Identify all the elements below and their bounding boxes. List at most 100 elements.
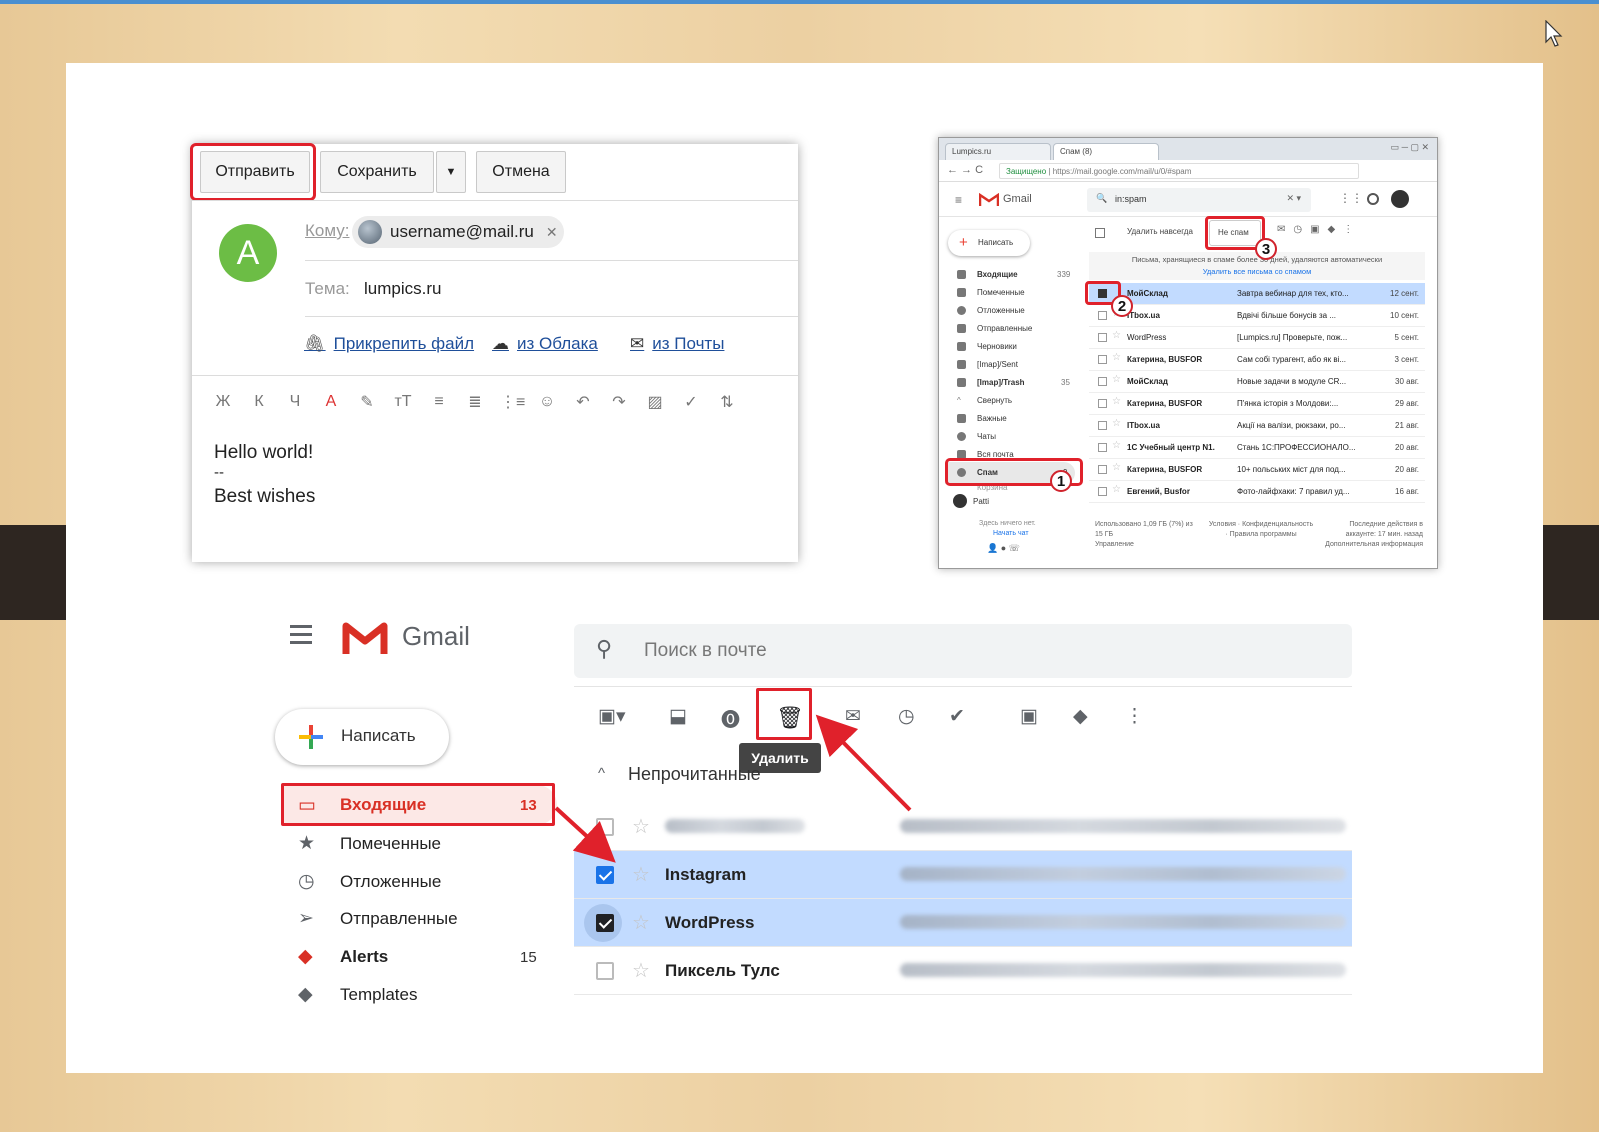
manage-storage-link[interactable]: Управление: [1095, 540, 1195, 550]
small-mail-row[interactable]: ☆ 1С Учебный центр N1. Стань 1С:ПРОФЕССИ…: [1089, 437, 1425, 459]
row-checkbox[interactable]: [1098, 443, 1107, 452]
body-line-1[interactable]: Hello world!: [214, 442, 313, 464]
italic-button[interactable]: К: [248, 393, 270, 411]
small-nav-imap-sent[interactable]: [Imap]/Sent: [977, 360, 1018, 369]
mail-row[interactable]: ☆ WordPress: [574, 899, 1352, 947]
to-label[interactable]: Кому:: [305, 221, 349, 241]
small-mail-row[interactable]: ☆ Катерина, BUSFOR Сам собі турагент, аб…: [1089, 349, 1425, 371]
small-mail-row[interactable]: МойСклад Завтра вебинар для тех, кто... …: [1089, 283, 1425, 305]
snooze-icon[interactable]: ◷: [898, 705, 915, 728]
row-checkbox[interactable]: [1098, 465, 1107, 474]
small-compose-button[interactable]: + Написать: [948, 230, 1030, 256]
small-nav-collapse[interactable]: Свернуть: [977, 396, 1012, 405]
star-icon[interactable]: ☆: [632, 862, 650, 887]
search-icon[interactable]: ⚲: [596, 636, 612, 662]
mail-search-input[interactable]: ⚲ Поиск в почте: [574, 624, 1352, 678]
insert-image-icon[interactable]: ▨: [644, 392, 666, 412]
small-account-circle-icon[interactable]: [1367, 193, 1379, 205]
row-checkbox[interactable]: [1098, 421, 1107, 430]
report-spam-icon[interactable]: ⓿: [721, 705, 740, 732]
user-avatar[interactable]: [953, 494, 967, 508]
row-checkbox[interactable]: [596, 818, 614, 836]
star-icon[interactable]: ☆: [1112, 352, 1121, 363]
save-button[interactable]: Сохранить: [320, 151, 434, 193]
small-mail-row[interactable]: ☆ МойСклад Новые задачи в модуле CR... 3…: [1089, 371, 1425, 393]
small-mail-row[interactable]: ☆ WordPress [Lumpics.ru] Проверьте, пож.…: [1089, 327, 1425, 349]
font-size-button[interactable]: тТ: [392, 393, 414, 411]
small-avatar[interactable]: [1391, 190, 1409, 208]
section-collapse-icon[interactable]: ^: [598, 765, 605, 782]
small-nav-sent[interactable]: Отправленные: [977, 324, 1032, 333]
move-to-icon[interactable]: ▣: [1020, 705, 1038, 728]
more-info-link[interactable]: Дополнительная информация: [1323, 540, 1423, 550]
mail-row[interactable]: ☆ Пиксель Тулс: [574, 947, 1352, 995]
small-mail-row[interactable]: ☆ Катерина, BUSFOR П'янка історія з Молд…: [1089, 393, 1425, 415]
row-checkbox[interactable]: [1098, 487, 1107, 496]
row-checkbox[interactable]: [1098, 355, 1107, 364]
cancel-button[interactable]: Отмена: [476, 151, 566, 193]
empty-spam-link[interactable]: Удалить все письма со спамом: [1089, 267, 1425, 276]
star-icon[interactable]: ☆: [1112, 462, 1121, 473]
star-icon[interactable]: ☆: [1112, 374, 1121, 385]
row-checkbox[interactable]: [596, 914, 614, 932]
small-mail-row[interactable]: ☆ ITbox.ua Акції на валізи, рюкзаки, ро.…: [1089, 415, 1425, 437]
star-icon[interactable]: ☆: [632, 910, 650, 935]
url-field[interactable]: Защищено | https://mail.google.com/mail/…: [999, 163, 1359, 179]
from-mail-link[interactable]: ✉ из Почты: [630, 334, 724, 354]
star-icon[interactable]: ☆: [1112, 396, 1121, 407]
small-mail-row[interactable]: ☆ Евгений, Busfor Фото-лайфхаки: 7 прави…: [1089, 481, 1425, 503]
subject-field[interactable]: lumpics.ru: [364, 279, 441, 299]
nav-inbox[interactable]: Входящие: [340, 795, 426, 815]
browser-tab-spam[interactable]: Спам (8): [1053, 143, 1159, 160]
from-cloud-link[interactable]: ☁ из Облака: [492, 334, 598, 354]
spellcheck-icon[interactable]: ✓: [680, 392, 702, 412]
small-search-input[interactable]: 🔍 in:spam ✕ ▾: [1087, 188, 1311, 212]
bold-button[interactable]: Ж: [212, 393, 234, 411]
compose-button[interactable]: Написать: [275, 709, 449, 765]
star-icon[interactable]: ☆: [632, 814, 650, 839]
small-nav-snoozed[interactable]: Отложенные: [977, 306, 1025, 315]
label-icon[interactable]: ◆: [1073, 705, 1088, 728]
nav-templates[interactable]: Templates: [340, 985, 417, 1005]
mail-row[interactable]: ☆ Instagram: [574, 851, 1352, 899]
translate-icon[interactable]: ⇅: [716, 392, 738, 412]
small-nav-imap-trash[interactable]: [Imap]/Trash: [977, 378, 1025, 387]
small-clear-icon[interactable]: ✕ ▾: [1286, 193, 1301, 204]
star-icon[interactable]: ☆: [1112, 484, 1121, 495]
undo-icon[interactable]: ↶: [572, 392, 594, 412]
small-nav-important[interactable]: Важные: [977, 414, 1007, 423]
nav-sent[interactable]: Отправленные: [340, 909, 458, 929]
small-mail-row[interactable]: ☆ ITbox.ua Вдвічі більше бонусів за ... …: [1089, 305, 1425, 327]
row-checkbox[interactable]: [1098, 311, 1107, 320]
recipient-chip[interactable]: username@mail.ru ✕: [352, 216, 564, 248]
nav-snoozed[interactable]: Отложенные: [340, 872, 441, 892]
small-nav-inbox[interactable]: Входящие: [977, 270, 1018, 279]
redo-icon[interactable]: ↷: [608, 392, 630, 412]
row-checkbox[interactable]: [596, 962, 614, 980]
mark-read-icon[interactable]: ✉: [845, 705, 861, 728]
main-menu-icon[interactable]: [290, 625, 312, 644]
body-line-2[interactable]: --: [214, 464, 224, 481]
save-dropdown-button[interactable]: ▼: [436, 151, 466, 193]
list-button[interactable]: ⋮≡: [500, 392, 525, 412]
nav-starred[interactable]: Помеченные: [340, 834, 441, 854]
chat-bar-icons[interactable]: 👤 ● ☏: [987, 543, 1020, 554]
mail-row[interactable]: ☆: [574, 803, 1352, 851]
more-vert-icon[interactable]: ⋮: [1125, 705, 1144, 728]
align-button[interactable]: ≡: [428, 393, 450, 411]
nav-alerts[interactable]: Alerts: [340, 947, 388, 967]
select-checkbox[interactable]: ▣▾: [598, 705, 626, 728]
small-select-checkbox[interactable]: [1095, 228, 1105, 238]
start-chat-link[interactable]: Начать чат: [993, 530, 1029, 537]
star-icon[interactable]: ☆: [632, 958, 650, 983]
highlight-button[interactable]: ✎: [356, 392, 378, 412]
row-checkbox[interactable]: [1098, 399, 1107, 408]
nav-arrows-icon[interactable]: ← → C: [947, 164, 983, 176]
add-task-icon[interactable]: ✔: [949, 705, 965, 728]
star-icon[interactable]: ☆: [1112, 418, 1121, 429]
indent-button[interactable]: ≣: [464, 392, 486, 412]
browser-tab-lumpics[interactable]: Lumpics.ru: [945, 143, 1051, 160]
small-nav-starred[interactable]: Помеченные: [977, 288, 1025, 297]
row-checkbox[interactable]: [1098, 333, 1107, 342]
row-checkbox[interactable]: [596, 866, 614, 884]
